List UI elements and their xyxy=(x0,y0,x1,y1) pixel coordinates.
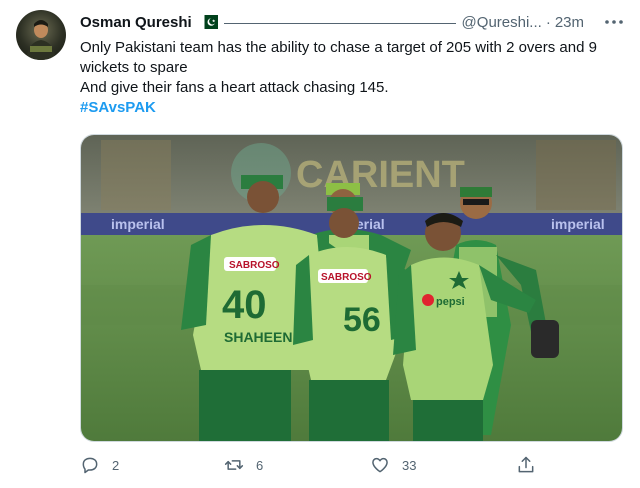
author-name[interactable]: Osman Qureshi xyxy=(80,14,192,31)
jersey-sponsor: pepsi xyxy=(436,296,465,308)
reply-icon xyxy=(82,457,98,474)
name-divider xyxy=(223,11,456,24)
board-text: imperial xyxy=(111,216,165,232)
like-button[interactable]: 33 xyxy=(370,452,416,478)
jersey-sponsor: SABROSO xyxy=(229,260,280,271)
tweet-header: Osman Qureshi @Qureshi... · 23m xyxy=(80,11,624,33)
hashtag-link[interactable]: #SAvsPAK xyxy=(80,99,156,116)
more-horizontal-icon[interactable] xyxy=(604,13,624,31)
board-text: imperial xyxy=(551,216,605,232)
tweet-actions: 2 6 33 xyxy=(80,452,540,478)
reply-count: 2 xyxy=(112,457,120,473)
share-button[interactable] xyxy=(516,452,536,478)
tweet-text-line: Only Pakistani team has the ability to c… xyxy=(80,39,597,76)
jersey-number: 40 xyxy=(222,283,267,327)
reply-button[interactable]: 2 xyxy=(80,452,119,478)
cricket-team-photo: CARIENT imperial imperial imperial xyxy=(81,135,622,441)
like-count: 33 xyxy=(402,457,417,473)
tweet-media-photo[interactable]: CARIENT imperial imperial imperial xyxy=(80,134,623,442)
jersey-name: SHAHEEN xyxy=(224,329,292,345)
retweet-icon xyxy=(224,460,244,470)
author-handle[interactable]: @Qureshi... xyxy=(462,14,542,31)
avatar[interactable] xyxy=(16,10,66,60)
jersey-number: 56 xyxy=(343,301,381,339)
jersey-sponsor: SABROSO xyxy=(321,272,372,283)
timestamp[interactable]: 23m xyxy=(555,14,584,31)
pakistan-flag-icon xyxy=(199,15,218,29)
avatar-photo xyxy=(26,20,56,60)
banner-text: CARIENT xyxy=(296,154,465,196)
heart-icon xyxy=(372,457,388,473)
separator-dot: · xyxy=(545,13,551,31)
retweet-count: 6 xyxy=(256,457,264,473)
tweet-text-line: And give their fans a heart attack chasi… xyxy=(80,79,389,96)
share-icon xyxy=(518,456,534,473)
tweet-text: Only Pakistani team has the ability to c… xyxy=(80,38,625,118)
retweet-button[interactable]: 6 xyxy=(224,452,263,478)
tweet-card[interactable]: Osman Qureshi @Qureshi... · 23m Only Pak… xyxy=(0,0,640,488)
